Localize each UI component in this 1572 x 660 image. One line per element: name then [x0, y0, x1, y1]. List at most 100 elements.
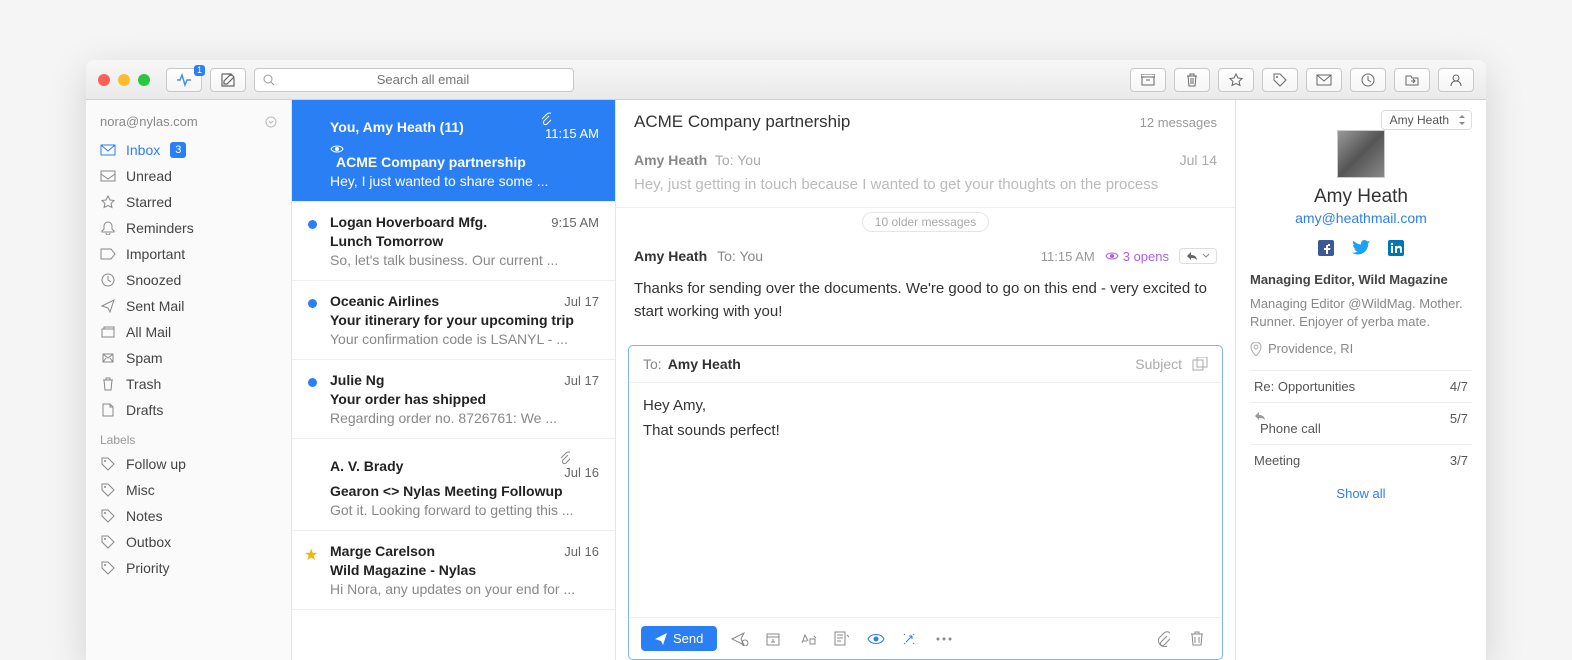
tag-icon [100, 457, 116, 471]
thread-item[interactable]: ★Marge CarelsonJul 16Wild Magazine - Nyl… [292, 531, 615, 610]
thread-time: 9:15 AM [551, 215, 599, 230]
avatar [1337, 130, 1385, 178]
thread-preview: Hey, I just wanted to share some ... [330, 173, 599, 189]
thread-item[interactable]: Julie NgJul 17Your order has shippedRega… [292, 360, 615, 439]
tag-icon [100, 561, 116, 575]
mark-read-button[interactable] [1306, 68, 1342, 92]
sidebar-item-important[interactable]: Important [86, 241, 291, 267]
trash-button[interactable] [1174, 68, 1210, 92]
attach-icon[interactable] [1156, 631, 1176, 647]
contact-selector[interactable]: Amy Heath [1381, 110, 1472, 130]
search-field[interactable] [254, 68, 574, 92]
related-label: Re: Opportunities [1254, 379, 1355, 394]
sidebar-label-text: Notes [126, 508, 163, 524]
sidebar-item-spam[interactable]: Spam [86, 345, 291, 371]
linkedin-icon[interactable] [1388, 240, 1404, 256]
sidebar-item-trash[interactable]: Trash [86, 371, 291, 397]
activity-button[interactable]: 1 [166, 68, 202, 92]
thread-item[interactable]: Oceanic AirlinesJul 17Your itinerary for… [292, 281, 615, 360]
expanded-message: Amy Heath To: You 11:15 AM 3 opens [616, 236, 1235, 335]
thread-preview: So, let's talk business. Our current ... [330, 252, 599, 268]
sidebar-item-unread[interactable]: Unread [86, 163, 291, 189]
close-window-button[interactable] [98, 74, 110, 86]
minimize-window-button[interactable] [118, 74, 130, 86]
sidebar-label-follow-up[interactable]: Follow up [86, 451, 291, 477]
attachment-icon [539, 112, 599, 126]
star-button[interactable] [1218, 68, 1254, 92]
related-thread[interactable]: Meeting3/7 [1250, 444, 1472, 476]
search-input[interactable] [281, 72, 565, 87]
sidebar-item-inbox[interactable]: Inbox3 [86, 137, 291, 163]
star-icon [100, 195, 116, 209]
inbox-icon [100, 144, 116, 156]
reminder-icon[interactable] [765, 631, 785, 647]
related-thread[interactable]: Phone call5/7 [1250, 402, 1472, 444]
reader-subject: ACME Company partnership [634, 112, 850, 132]
thread-item[interactable]: You, Amy Heath (11)11:15 AMACME Company … [292, 100, 615, 202]
thread-time: 11:15 AM [539, 112, 599, 141]
sidebar-item-all-mail[interactable]: All Mail [86, 319, 291, 345]
titlebar: 1 [86, 60, 1486, 100]
account-selector[interactable]: nora@nylas.com [86, 110, 291, 137]
thread-item[interactable]: A. V. BradyJul 16Gearon <> Nylas Meeting… [292, 439, 615, 531]
twitter-icon[interactable] [1352, 240, 1370, 256]
more-icon[interactable] [935, 636, 955, 642]
collapsed-message[interactable]: Amy Heath To: You Jul 14 Hey, just getti… [616, 144, 1235, 208]
sidebar-label-misc[interactable]: Misc [86, 477, 291, 503]
search-icon [263, 74, 275, 86]
snooze-button[interactable] [1350, 68, 1386, 92]
reply-icon [1186, 251, 1198, 261]
sidebar-item-label: Starred [126, 194, 172, 210]
thread-subject: ACME Company partnership [330, 144, 599, 170]
account-button[interactable] [1438, 68, 1474, 92]
unread-indicator [308, 299, 317, 308]
related-label: Meeting [1254, 453, 1300, 468]
sidebar-item-starred[interactable]: Starred [86, 189, 291, 215]
facebook-icon[interactable] [1318, 240, 1334, 256]
sidebar-item-reminders[interactable]: Reminders [86, 215, 291, 241]
sidebar-label-notes[interactable]: Notes [86, 503, 291, 529]
thread-subject: Wild Magazine - Nylas [330, 562, 599, 578]
reply-button[interactable] [1179, 248, 1217, 264]
open-tracking[interactable]: 3 opens [1105, 249, 1169, 264]
sidebar-item-sent-mail[interactable]: Sent Mail [86, 293, 291, 319]
popout-icon[interactable] [1192, 357, 1208, 371]
window-controls [98, 74, 150, 86]
contact-email[interactable]: amy@heathmail.com [1250, 210, 1472, 226]
contact-bio: Managing Editor @WildMag. Mother. Runner… [1250, 295, 1472, 331]
move-button[interactable] [1394, 68, 1430, 92]
related-thread[interactable]: Re: Opportunities 4/7 [1250, 370, 1472, 402]
trash-icon [100, 377, 116, 391]
show-all-link[interactable]: Show all [1250, 476, 1472, 501]
unread-indicator [308, 378, 317, 387]
format-icon[interactable] [799, 632, 819, 646]
sidebar-item-snoozed[interactable]: Snoozed [86, 267, 291, 293]
compose-body[interactable]: Hey Amy, That sounds perfect! [629, 383, 1222, 617]
sidebar-item-label: Unread [126, 168, 172, 184]
send-later-icon[interactable] [731, 632, 751, 646]
discard-icon[interactable] [1190, 631, 1210, 647]
star-icon: ★ [304, 545, 318, 565]
maximize-window-button[interactable] [138, 74, 150, 86]
send-button[interactable]: Send [641, 626, 717, 651]
compose-to-row[interactable]: To: Amy Heath Subject [629, 346, 1222, 383]
sidebar-item-drafts[interactable]: Drafts [86, 397, 291, 423]
compose-subject-label[interactable]: Subject [1135, 356, 1182, 372]
tracking-icon[interactable] [867, 633, 887, 645]
sparkle-icon[interactable] [901, 631, 921, 647]
msg-preview: Hey, just getting in touch because I wan… [634, 176, 1217, 193]
sidebar-label-priority[interactable]: Priority [86, 555, 291, 581]
templates-icon[interactable] [833, 631, 853, 647]
compose-button[interactable] [210, 68, 246, 92]
sidebar-item-count: 3 [170, 142, 186, 158]
related-meta: 4/7 [1450, 379, 1468, 394]
sidebar-label-outbox[interactable]: Outbox [86, 529, 291, 555]
archive-button[interactable] [1130, 68, 1166, 92]
unread-icon [100, 170, 116, 182]
thread-from: A. V. Brady [330, 458, 403, 474]
label-button[interactable] [1262, 68, 1298, 92]
older-messages-toggle[interactable]: 10 older messages [616, 208, 1235, 236]
important-icon [100, 248, 116, 260]
thread-item[interactable]: Logan Hoverboard Mfg.9:15 AMLunch Tomorr… [292, 202, 615, 281]
thread-subject: Your order has shipped [330, 391, 599, 407]
